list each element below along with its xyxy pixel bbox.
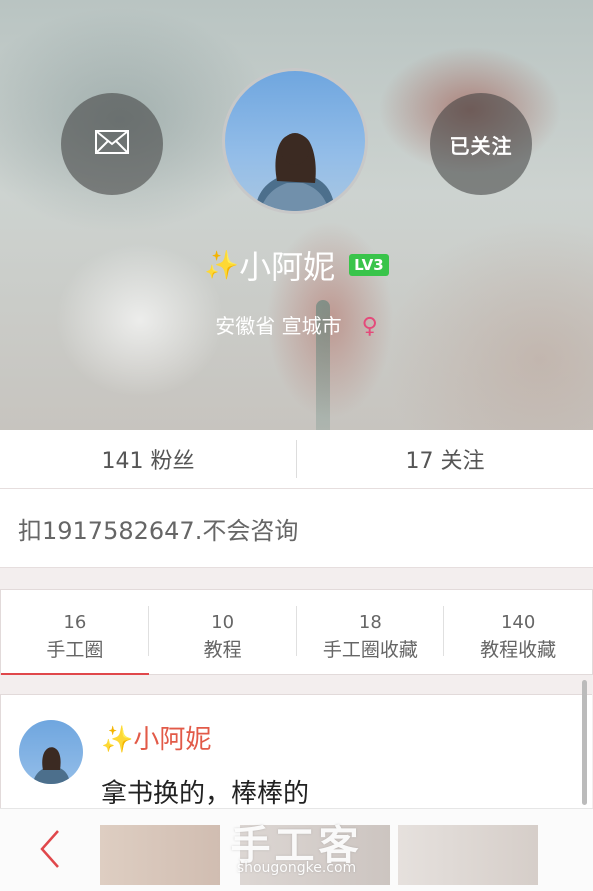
profile-name-row: ✨小阿妮 LV3 [0, 242, 593, 288]
sparkle-icon: ✨ [204, 248, 240, 282]
tab-count: 18 [358, 612, 382, 633]
fans-count[interactable]: 141 粉丝 [0, 430, 296, 488]
profile-bio-text: 扣1917582647.不会咨询 [18, 516, 299, 545]
post-text: 拿书换的，棒棒的 [101, 779, 310, 809]
profile-location-row: 安徽省 宣城市 ♀ [0, 310, 593, 339]
profile-bio: 扣1917582647.不会咨询 [0, 489, 593, 568]
post-author-name-row[interactable]: ✨小阿妮 [101, 719, 211, 756]
tab-count: 140 [500, 612, 536, 633]
profile-avatar[interactable] [222, 68, 368, 214]
post-card[interactable]: ✨小阿妮 拿书换的，棒棒的 [0, 694, 592, 825]
watermark-url: shougongke.com [236, 860, 357, 876]
tab-count: 10 [211, 612, 235, 633]
sparkle-icon: ✨ [101, 725, 134, 755]
mail-icon [95, 130, 129, 158]
post-author-avatar[interactable] [19, 720, 83, 784]
level-badge: LV3 [349, 254, 389, 276]
tab-label: 教程 [203, 639, 242, 661]
female-gender-icon: ♀ [361, 314, 378, 339]
content-tabs: 16 手工圈 10 教程 18 手工圈收藏 140 教程收藏 [0, 589, 593, 675]
scrollbar[interactable] [582, 680, 587, 805]
profile-name: 小阿妮 [239, 248, 336, 286]
tab-label: 教程收藏 [480, 639, 557, 661]
profile-header: 已关注 ✨小阿妮 LV3 安徽省 宣城市 ♀ [0, 0, 593, 430]
tab-handcraft-circle[interactable]: 16 手工圈 [1, 590, 149, 675]
tab-label: 手工圈收藏 [322, 639, 418, 661]
following-count[interactable]: 17 关注 [297, 430, 593, 488]
follow-button[interactable]: 已关注 [430, 93, 532, 195]
profile-location: 安徽省 宣城市 [215, 314, 342, 338]
tab-count: 16 [63, 612, 87, 633]
message-button[interactable] [61, 93, 163, 195]
stats-bar: 141 粉丝 17 关注 [0, 430, 593, 489]
tab-tutorial-favorites[interactable]: 140 教程收藏 [444, 590, 592, 674]
tab-circle-favorites[interactable]: 18 手工圈收藏 [297, 590, 445, 674]
tab-tutorials[interactable]: 10 教程 [149, 590, 297, 674]
follow-button-label: 已关注 [449, 133, 513, 158]
tab-label: 手工圈 [46, 639, 104, 661]
post-author-name: 小阿妮 [133, 725, 212, 755]
